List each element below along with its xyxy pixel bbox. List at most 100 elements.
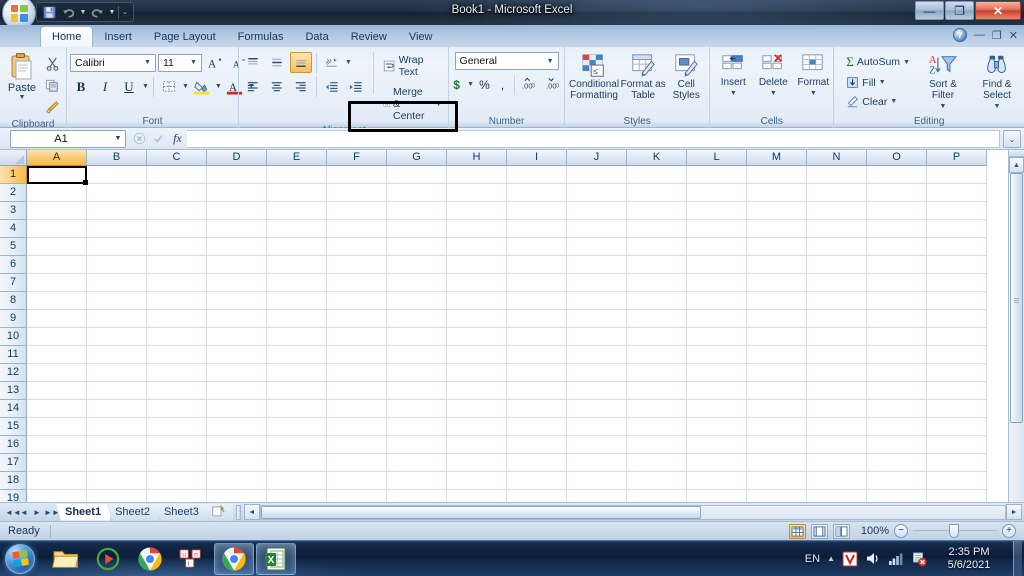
cell-I11[interactable] <box>507 346 567 364</box>
row-header-4[interactable]: 4 <box>0 220 27 238</box>
cell-B1[interactable] <box>87 166 147 184</box>
fill-button[interactable]: Fill ▼ <box>843 74 913 91</box>
cell-I14[interactable] <box>507 400 567 418</box>
action-center-icon[interactable] <box>911 551 927 567</box>
autosum-button[interactable]: Σ AutoSum ▼ <box>843 52 913 72</box>
row-header-10[interactable]: 10 <box>0 328 27 346</box>
sort-filter-dropdown-icon[interactable]: ▼ <box>940 101 947 112</box>
cell-B2[interactable] <box>87 184 147 202</box>
cell-L6[interactable] <box>687 256 747 274</box>
insert-cells-button[interactable]: Insert ▼ <box>713 51 753 101</box>
cell-M8[interactable] <box>747 292 807 310</box>
cell-I13[interactable] <box>507 382 567 400</box>
restore-button[interactable]: ❐ <box>945 1 974 20</box>
cell-O4[interactable] <box>867 220 927 238</box>
cell-D4[interactable] <box>207 220 267 238</box>
cell-M13[interactable] <box>747 382 807 400</box>
scroll-left-button[interactable]: ◄ <box>243 504 260 520</box>
cell-J7[interactable] <box>567 274 627 292</box>
cell-F16[interactable] <box>327 436 387 454</box>
cell-P15[interactable] <box>927 418 987 436</box>
cell-I16[interactable] <box>507 436 567 454</box>
cell-P19[interactable] <box>927 490 987 502</box>
find-select-dropdown-icon[interactable]: ▼ <box>994 101 1001 112</box>
cell-M4[interactable] <box>747 220 807 238</box>
cell-J5[interactable] <box>567 238 627 256</box>
cell-G11[interactable] <box>387 346 447 364</box>
cell-F8[interactable] <box>327 292 387 310</box>
cell-C1[interactable] <box>147 166 207 184</box>
cell-L11[interactable] <box>687 346 747 364</box>
taskbar-clock[interactable]: 2:35 PM 5/6/2021 <box>934 546 1004 572</box>
cell-F4[interactable] <box>327 220 387 238</box>
cell-M6[interactable] <box>747 256 807 274</box>
cell-M3[interactable] <box>747 202 807 220</box>
cell-H5[interactable] <box>447 238 507 256</box>
cell-E9[interactable] <box>267 310 327 328</box>
cell-P10[interactable] <box>927 328 987 346</box>
cell-K18[interactable] <box>627 472 687 490</box>
cell-D16[interactable] <box>207 436 267 454</box>
window-controls[interactable]: — ❐ ✕ <box>915 1 1021 20</box>
row-header-2[interactable]: 2 <box>0 184 27 202</box>
cell-H19[interactable] <box>447 490 507 502</box>
paste-dropdown-icon[interactable]: ▼ <box>19 94 26 101</box>
quick-access-toolbar[interactable]: ▼ ▼ ⌄ <box>36 2 134 22</box>
cell-L19[interactable] <box>687 490 747 502</box>
cell-D12[interactable] <box>207 364 267 382</box>
cell-G3[interactable] <box>387 202 447 220</box>
row-headers[interactable]: 1 2 3 4 5 6 7 8 9 10 11 12 13 14 15 16 17 18 19 <box>0 166 27 502</box>
cell-N1[interactable] <box>807 166 867 184</box>
column-header-O[interactable]: O <box>867 150 927 166</box>
network-icon[interactable] <box>888 552 904 566</box>
cell-B19[interactable] <box>87 490 147 502</box>
sheet-nav-first[interactable]: ◄◄ <box>5 508 21 517</box>
cell-K10[interactable] <box>627 328 687 346</box>
cell-K9[interactable] <box>627 310 687 328</box>
cell-O13[interactable] <box>867 382 927 400</box>
merge-center-dropdown-icon[interactable]: ▼ <box>435 101 442 108</box>
cell-H1[interactable] <box>447 166 507 184</box>
fill-color-dropdown-icon[interactable]: ▼ <box>215 83 222 90</box>
increase-decimal-button[interactable]: .00 0 <box>519 74 541 95</box>
cell-K1[interactable] <box>627 166 687 184</box>
cell-G2[interactable] <box>387 184 447 202</box>
sheet-nav-last[interactable]: ►► <box>44 508 60 517</box>
page-break-preview-icon[interactable] <box>833 523 850 539</box>
cell-L14[interactable] <box>687 400 747 418</box>
cell-F6[interactable] <box>327 256 387 274</box>
cell-B5[interactable] <box>87 238 147 256</box>
google-chrome-icon[interactable] <box>130 543 170 575</box>
cell-H8[interactable] <box>447 292 507 310</box>
cell-F7[interactable] <box>327 274 387 292</box>
cell-H12[interactable] <box>447 364 507 382</box>
cell-A10[interactable] <box>27 328 87 346</box>
scroll-up-button[interactable]: ▲ <box>1009 157 1024 173</box>
cell-G9[interactable] <box>387 310 447 328</box>
bottom-align-button[interactable] <box>290 52 312 73</box>
cell-N2[interactable] <box>807 184 867 202</box>
cell-B16[interactable] <box>87 436 147 454</box>
horizontal-split-handle[interactable] <box>235 504 241 520</box>
sheet-tab-sheet1[interactable]: Sheet1 <box>56 503 111 521</box>
cell-F13[interactable] <box>327 382 387 400</box>
cell-I19[interactable] <box>507 490 567 502</box>
cell-N14[interactable] <box>807 400 867 418</box>
tab-home[interactable]: Home <box>40 26 94 47</box>
sheet-tab-sheet3[interactable]: Sheet3 <box>154 503 208 521</box>
cell-L9[interactable] <box>687 310 747 328</box>
cell-J4[interactable] <box>567 220 627 238</box>
cell-C16[interactable] <box>147 436 207 454</box>
cell-E14[interactable] <box>267 400 327 418</box>
font-name-input[interactable]: Calibri ▼ <box>70 53 156 72</box>
cell-N10[interactable] <box>807 328 867 346</box>
cell-C2[interactable] <box>147 184 207 202</box>
font-size-input[interactable]: 11 ▼ <box>158 53 202 72</box>
zoom-slider-handle[interactable] <box>949 524 959 538</box>
cell-L18[interactable] <box>687 472 747 490</box>
active-cell-a1[interactable] <box>27 166 88 185</box>
column-header-K[interactable]: K <box>627 150 687 166</box>
cell-K16[interactable] <box>627 436 687 454</box>
sheet-nav-next[interactable]: ► <box>31 508 43 517</box>
cell-I2[interactable] <box>507 184 567 202</box>
